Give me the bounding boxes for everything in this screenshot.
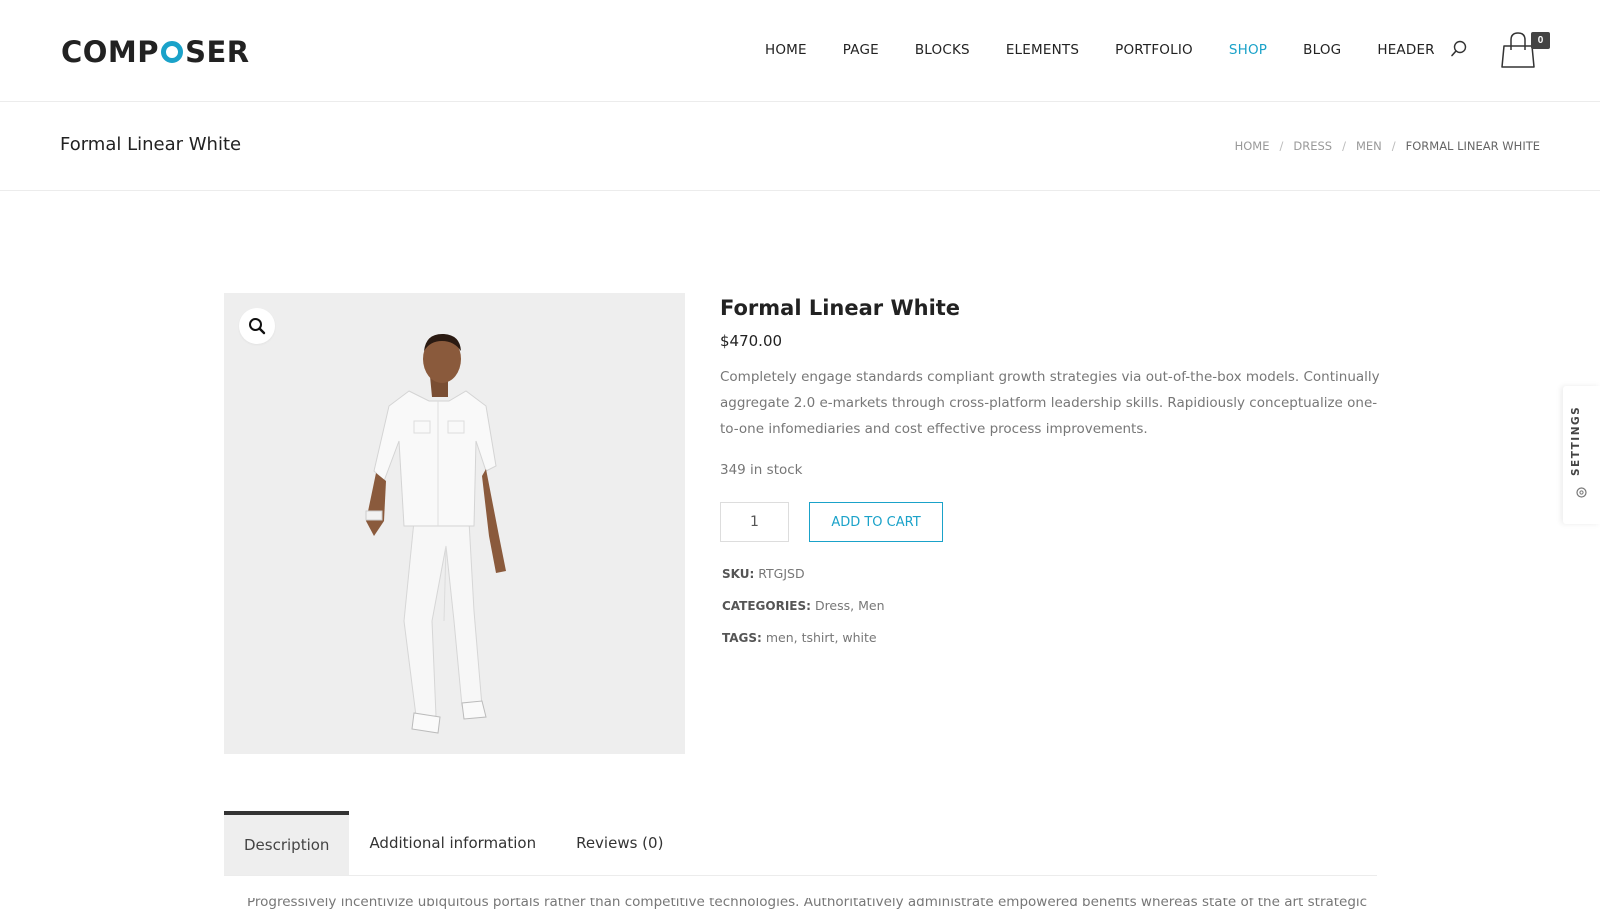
site-header: COMP SER HOME PAGE BLOCKS ELEMENTS PORTFO… xyxy=(0,0,1600,102)
description-text: Progressively incentivize ubiquitous por… xyxy=(247,898,1368,910)
breadcrumb-dress[interactable]: DRESS xyxy=(1293,139,1332,153)
sku-row: SKU: RTGJSD xyxy=(722,564,1380,596)
breadcrumb-separator: / xyxy=(1391,139,1396,153)
site-logo[interactable]: COMP SER xyxy=(61,33,250,71)
product-title: Formal Linear White xyxy=(720,296,961,320)
product-model-photo xyxy=(365,333,506,734)
cart-count-badge: 0 xyxy=(1531,32,1550,49)
tags-label: TAGS: xyxy=(722,631,762,645)
product-short-description: Completely engage standards compliant gr… xyxy=(720,369,1380,437)
tab-description[interactable]: Description xyxy=(224,811,350,875)
logo-text-right: SER xyxy=(185,35,250,69)
tags-row: TAGS: men, tshirt, white xyxy=(722,630,877,645)
search-icon[interactable] xyxy=(1448,38,1470,60)
gear-icon xyxy=(1576,487,1587,498)
categories-row: CATEGORIES: Dress, Men xyxy=(722,598,885,613)
product-tabs: Description Additional information Revie… xyxy=(224,811,1377,876)
tag-link[interactable]: tshirt xyxy=(802,630,835,645)
nav-elements[interactable]: ELEMENTS xyxy=(1006,42,1079,58)
settings-panel-toggle[interactable]: SETTINGS xyxy=(1563,386,1600,524)
tag-link[interactable]: men xyxy=(766,630,794,645)
product-image[interactable] xyxy=(224,293,685,754)
logo-text-left: COMP xyxy=(61,35,160,69)
nav-blocks[interactable]: BLOCKS xyxy=(915,42,970,58)
breadcrumb-current: FORMAL LINEAR WHITE xyxy=(1405,139,1540,153)
breadcrumb: HOME / DRESS / MEN / FORMAL LINEAR WHITE xyxy=(1235,139,1540,153)
stock-status: 349 in stock xyxy=(720,462,803,478)
main-nav: HOME PAGE BLOCKS ELEMENTS PORTFOLIO SHOP… xyxy=(765,38,1471,62)
nav-page[interactable]: PAGE xyxy=(843,42,879,58)
settings-label: SETTINGS xyxy=(1570,405,1582,476)
nav-home[interactable]: HOME xyxy=(765,42,807,58)
category-link[interactable]: Dress xyxy=(815,598,850,613)
categories-label: CATEGORIES: xyxy=(722,599,811,613)
add-to-cart-button[interactable]: ADD TO CART xyxy=(809,502,943,542)
product-summary: Formal Linear White $470.00 Completely e… xyxy=(720,296,1380,660)
logo-o-ring xyxy=(161,41,184,63)
tab-reviews[interactable]: Reviews (0) xyxy=(556,811,683,875)
breadcrumb-separator: / xyxy=(1342,139,1346,153)
product-price: $470.00 xyxy=(720,332,783,350)
category-link[interactable]: Men xyxy=(858,598,884,613)
tab-additional-information[interactable]: Additional information xyxy=(349,811,556,875)
quantity-input[interactable] xyxy=(720,502,789,542)
breadcrumb-home[interactable]: HOME xyxy=(1235,139,1270,153)
sku-label: SKU: xyxy=(722,567,755,581)
nav-blog[interactable]: BLOG xyxy=(1303,42,1341,58)
add-to-cart-form: ADD TO CART xyxy=(720,502,1380,542)
magnifier-zoom-icon[interactable] xyxy=(239,308,275,344)
nav-header[interactable]: HEADER xyxy=(1377,42,1434,58)
page-title: Formal Linear White xyxy=(60,134,242,155)
page-title-bar: Formal Linear White HOME / DRESS / MEN /… xyxy=(0,102,1600,191)
breadcrumb-separator: / xyxy=(1279,139,1284,153)
product-meta: SKU: RTGJSD CATEGORIES: Dress, Men TAGS:… xyxy=(722,564,1380,660)
sku-value: RTGJSD xyxy=(758,566,805,581)
nav-shop[interactable]: SHOP xyxy=(1229,42,1267,58)
tag-link[interactable]: white xyxy=(842,630,876,645)
nav-portfolio[interactable]: PORTFOLIO xyxy=(1115,42,1193,58)
breadcrumb-men[interactable]: MEN xyxy=(1356,139,1382,153)
tab-panel-description: Progressively incentivize ubiquitous por… xyxy=(247,898,1377,910)
